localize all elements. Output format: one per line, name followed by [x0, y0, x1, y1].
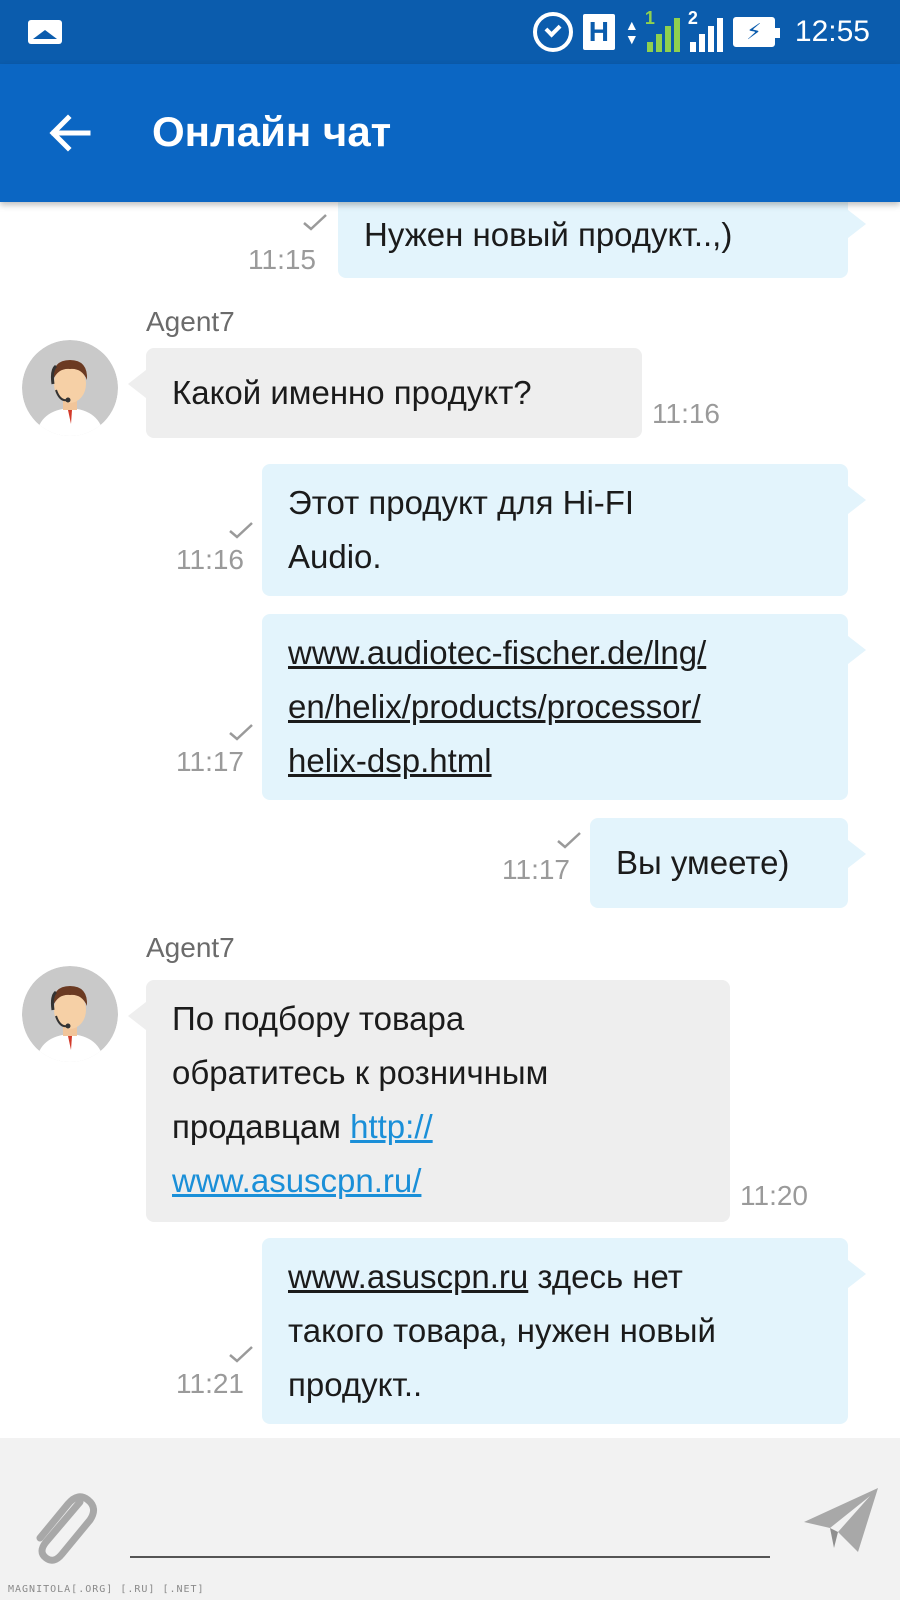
message-input[interactable] — [130, 1498, 770, 1558]
data-arrows-icon: ▲ ▼ — [624, 17, 639, 47]
status-time: 12:55 — [794, 15, 870, 48]
message-time: 11:17 — [502, 854, 570, 885]
message-text: здесь нет — [528, 1258, 683, 1295]
message-text-line: продавцам http:// — [172, 1100, 704, 1154]
message-link[interactable]: www.asuscpn.ru — [288, 1258, 528, 1295]
message-time: 11:21 — [176, 1368, 244, 1399]
signal-sim2-icon: 2 — [688, 8, 723, 52]
read-check-icon — [228, 520, 254, 540]
message-bubble-outgoing[interactable]: www.audiotec-fischer.de/lng/ en/helix/pr… — [262, 614, 866, 800]
read-check-icon — [228, 722, 254, 742]
message-text: Нужен новый продукт..,) — [364, 216, 733, 253]
read-check-icon — [556, 830, 582, 850]
sender-name: Agent7 — [146, 932, 235, 963]
message-text-line: Audio. — [288, 538, 382, 575]
message-bubble-outgoing[interactable]: Нужен новый продукт..,) — [338, 202, 866, 278]
paperclip-icon[interactable] — [22, 1480, 102, 1570]
message-text-line: www.asuscpn.ru здесь нет — [288, 1250, 822, 1304]
status-bar: H ▲ ▼ 1 2 ⚡ 12:55 — [0, 0, 900, 64]
message-link[interactable]: http:// — [350, 1108, 433, 1145]
message-text: Вы умеете) — [616, 844, 790, 881]
message-composer — [0, 1438, 900, 1600]
watermark-text: MAGNITOLA[.ORG] [.RU] [.NET] — [8, 1584, 205, 1595]
status-icons: H ▲ ▼ 1 2 ⚡ 12:55 — [532, 8, 870, 54]
message-time: 11:16 — [176, 544, 244, 575]
agent-avatar — [22, 340, 118, 436]
read-check-icon — [302, 212, 328, 232]
app-bar: Онлайн чат — [0, 64, 900, 202]
message-text: продавцам — [172, 1108, 351, 1145]
alarm-icon — [532, 12, 573, 52]
message-time: 11:15 — [248, 244, 316, 275]
message-link-line[interactable]: helix-dsp.html — [288, 734, 822, 788]
read-check-icon — [228, 1344, 254, 1364]
message-text-line: обратитесь к розничным — [172, 1054, 549, 1091]
message-link-line[interactable]: www.audiotec-fischer.de/lng/ — [288, 626, 822, 680]
message-bubble-incoming[interactable]: Какой именно продукт? — [128, 348, 642, 438]
message-bubble-outgoing[interactable]: www.asuscpn.ru здесь нет такого товара, … — [262, 1238, 866, 1424]
message-time: 11:16 — [652, 398, 720, 429]
message-text-line: продукт.. — [288, 1366, 423, 1403]
send-icon[interactable] — [800, 1482, 882, 1558]
network-type-icon: H — [582, 14, 615, 50]
message-bubble-outgoing[interactable]: Этот продукт для Hi-FI Audio. — [262, 464, 866, 596]
back-arrow-icon[interactable] — [44, 108, 94, 158]
message-bubble-outgoing[interactable]: Вы умеете) — [590, 818, 866, 908]
agent-avatar — [22, 966, 118, 1062]
sender-name: Agent7 — [146, 306, 235, 337]
message-link[interactable]: www.asuscpn.ru/ — [172, 1154, 704, 1208]
message-text: Какой именно продукт? — [172, 374, 532, 411]
message-bubble-incoming[interactable]: По подбору товара обратитесь к розничным… — [128, 980, 730, 1222]
chat-history[interactable]: 11:15 Нужен новый продукт..,) Agent7 Как… — [0, 202, 900, 1438]
message-text-line: По подбору товара — [172, 1000, 465, 1037]
message-time: 11:20 — [740, 1180, 808, 1211]
message-time: 11:17 — [176, 746, 244, 777]
message-text-line: такого товара, нужен новый — [288, 1312, 716, 1349]
battery-icon: ⚡ — [732, 17, 780, 47]
page-title: Онлайн чат — [152, 108, 392, 155]
message-text-line: Этот продукт для Hi-FI — [288, 484, 635, 521]
message-link-line[interactable]: en/helix/products/processor/ — [288, 680, 822, 734]
image-icon — [28, 20, 62, 44]
signal-sim1-icon: 1 — [645, 8, 680, 52]
